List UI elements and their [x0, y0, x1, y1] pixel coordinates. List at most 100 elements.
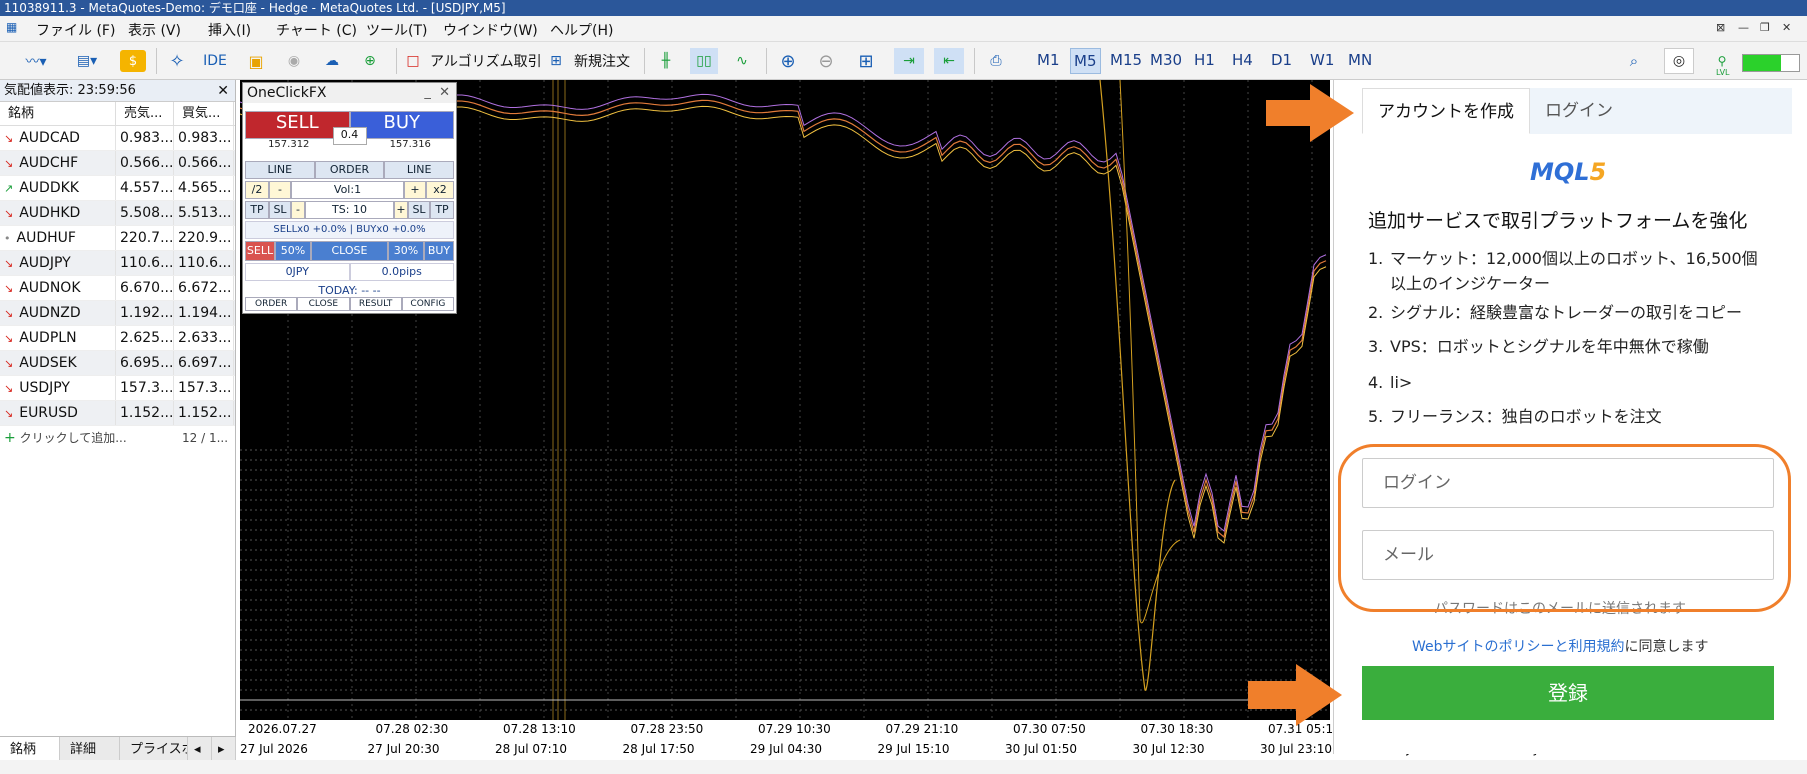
tab-create-account[interactable]: アカウントを作成 — [1362, 88, 1530, 134]
table-row[interactable]: ↘ USDJPY 157.3... 157.3... — [0, 376, 235, 401]
lock-icon[interactable]: ▣ — [244, 48, 268, 74]
table-row[interactable]: ↘ AUDCAD 0.983... 0.983... — [0, 126, 235, 151]
tf-h1[interactable]: H1 — [1194, 51, 1215, 69]
vol-plus-button[interactable]: + — [404, 181, 426, 199]
symbol-count: 12 / 1... — [182, 431, 229, 445]
buy-tp-button[interactable]: TP — [430, 201, 454, 219]
zoom-out-icon[interactable]: ⊖ — [812, 48, 840, 74]
tab-login[interactable]: ログイン — [1530, 88, 1792, 134]
table-row[interactable]: ↘ AUDHKD 5.508... 5.513... — [0, 201, 235, 226]
close-icon[interactable]: ✕ — [217, 80, 229, 102]
quick-sell-button[interactable]: SELL — [245, 241, 275, 261]
new-order-icon[interactable]: ⊞ — [546, 48, 566, 74]
tf-mn[interactable]: MN — [1348, 51, 1372, 69]
menu-insert[interactable]: 挿入(I) — [208, 20, 251, 40]
market-icon[interactable]: $ — [120, 50, 146, 72]
close-icon[interactable]: ✕ — [1782, 21, 1791, 34]
app-menu-icon[interactable]: ▦ — [6, 20, 17, 34]
table-row[interactable]: ↗ AUDDKK 4.557... 4.565... — [0, 176, 235, 201]
close-icon[interactable]: ✕ — [439, 85, 450, 100]
ide-button[interactable]: IDE — [200, 48, 230, 74]
tf-m30[interactable]: M30 — [1150, 51, 1182, 69]
vol-minus-button[interactable]: - — [269, 181, 291, 199]
order-button[interactable]: ORDER — [314, 161, 385, 179]
policy-link[interactable]: Webサイトのポリシーと — [1412, 639, 1569, 655]
ts-plus-button[interactable]: + — [394, 201, 408, 219]
table-row[interactable]: ↘ AUDSEK 6.695... 6.697... — [0, 351, 235, 376]
indicators-icon[interactable]: ▤▾ — [66, 48, 108, 74]
wifi-icon[interactable]: ◉ — [280, 48, 308, 74]
buy-line-button[interactable]: LINE — [384, 161, 455, 179]
new-order-button[interactable]: 新規注文 — [574, 51, 630, 71]
tf-w1[interactable]: W1 — [1310, 51, 1334, 69]
chart-shift-icon[interactable]: ⇤ — [934, 48, 964, 74]
menu-chart[interactable]: チャート (C) — [276, 20, 357, 40]
candle-chart-icon[interactable]: ▯▯ — [690, 48, 718, 74]
bar-chart-icon[interactable]: ╫ — [652, 48, 680, 74]
table-row[interactable]: ↘ AUDNOK 6.670... 6.672... — [0, 276, 235, 301]
double-lot-button[interactable]: x2 — [426, 181, 454, 199]
grid-icon[interactable]: ⊞ — [852, 48, 880, 74]
close-30-button[interactable]: 30% — [388, 241, 424, 261]
column-symbol[interactable]: 銘柄 — [0, 102, 116, 125]
zoom-in-icon[interactable]: ⊕ — [774, 48, 802, 74]
table-row[interactable]: ↘ AUDCHF 0.566... 0.566... — [0, 151, 235, 176]
column-ask[interactable]: 買気... — [174, 102, 234, 125]
pin-icon[interactable]: ⊠ — [1716, 21, 1725, 34]
minimize-icon[interactable]: — — [1738, 21, 1749, 34]
tab-order[interactable]: ORDER — [245, 297, 298, 311]
symbol-cell: ↘ AUDCAD — [0, 126, 116, 150]
tf-d1[interactable]: D1 — [1271, 51, 1292, 69]
autoscroll-icon[interactable]: ⇥ — [894, 48, 924, 74]
table-row[interactable]: ↘ AUDJPY 110.6... 110.6... — [0, 251, 235, 276]
menu-file[interactable]: ファイル (F) — [36, 20, 115, 40]
signals-icon[interactable]: ✧ — [164, 48, 190, 74]
table-row[interactable]: ↘ AUDPLN 2.625... 2.633... — [0, 326, 235, 351]
menu-view[interactable]: 表示 (V) — [128, 20, 181, 40]
close-all-button[interactable]: CLOSE — [311, 241, 388, 261]
window-title: 11038911.3 - MetaQuotes-Demo: デモ口座 - Hed… — [0, 0, 1807, 16]
sell-sl-button[interactable]: SL — [269, 201, 291, 219]
ask-cell: 220.9... — [174, 226, 234, 250]
tab-result[interactable]: RESULT — [349, 297, 402, 311]
restore-icon[interactable]: ❐ — [1760, 21, 1770, 34]
screenshot-icon[interactable]: ⎙ — [982, 48, 1010, 74]
tab-config[interactable]: CONFIG — [401, 297, 454, 311]
ask-cell: 0.566... — [174, 151, 234, 175]
menu-window[interactable]: ウインドウ(W) — [443, 20, 538, 40]
buy-sl-button[interactable]: SL — [408, 201, 430, 219]
tf-m1[interactable]: M1 — [1037, 51, 1060, 69]
quick-buy-button[interactable]: BUY — [424, 241, 454, 261]
trailing-stop-field[interactable]: TS: 10 — [305, 201, 394, 219]
trend-down-icon: ↘ — [4, 382, 14, 395]
menu-help[interactable]: ヘルプ(H) — [550, 20, 613, 40]
tf-m5[interactable]: M5 — [1070, 48, 1101, 74]
half-lot-button[interactable]: /2 — [245, 181, 269, 199]
ts-minus-button[interactable]: - — [291, 201, 305, 219]
globe-add-icon[interactable]: ⊕ — [356, 48, 384, 74]
close-50-button[interactable]: 50% — [275, 241, 311, 261]
table-row[interactable]: ↘ AUDNZD 1.192... 1.194... — [0, 301, 235, 326]
add-symbol-row[interactable]: + クリックして追加... 12 / 1... — [0, 426, 235, 450]
terms-link[interactable]: 利用規約 — [1569, 639, 1625, 655]
tf-m15[interactable]: M15 — [1110, 51, 1142, 69]
cloud-icon[interactable]: ☁ — [318, 48, 346, 74]
algo-trading-button[interactable]: アルゴリズム取引 — [430, 51, 542, 71]
sell-line-button[interactable]: LINE — [245, 161, 315, 179]
register-button[interactable]: 登録 — [1362, 666, 1774, 720]
tab-close[interactable]: CLOSE — [297, 297, 350, 311]
sell-tp-button[interactable]: TP — [245, 201, 269, 219]
volume-field[interactable]: Vol:1 — [291, 181, 404, 199]
column-bid[interactable]: 売気... — [116, 102, 174, 125]
ask-cell: 0.983... — [174, 126, 234, 150]
algo-trading-icon[interactable]: □ — [404, 48, 422, 74]
line-chart-icon[interactable]: ∿ — [728, 48, 756, 74]
menu-tools[interactable]: ツール(T) — [366, 20, 427, 40]
table-row[interactable]: ↘ EURUSD 1.152... 1.152... — [0, 401, 235, 426]
search-icon[interactable]: ⌕ — [1622, 48, 1646, 74]
tf-h4[interactable]: H4 — [1232, 51, 1253, 69]
chart-type-icon[interactable]: 〰▾ — [16, 48, 56, 74]
minimize-icon[interactable]: _ — [424, 85, 431, 100]
account-icon[interactable]: ◎ — [1664, 48, 1694, 74]
table-row[interactable]: • AUDHUF 220.7... 220.9... — [0, 226, 235, 251]
